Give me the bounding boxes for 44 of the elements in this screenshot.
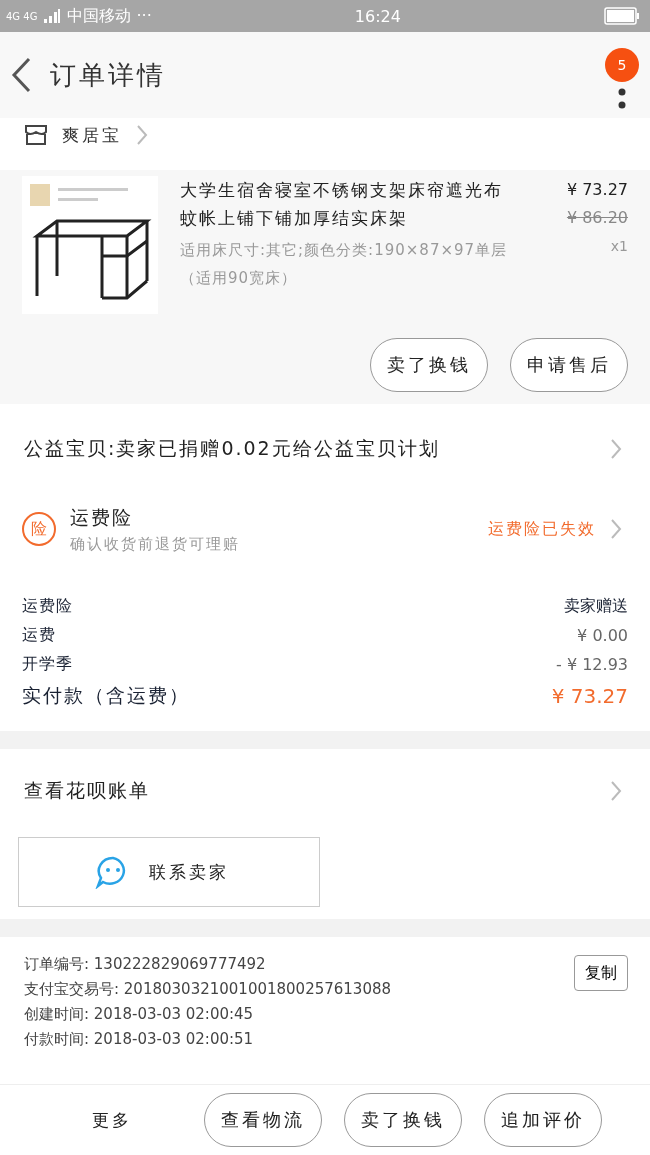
- insurance-title: 运费险: [70, 504, 134, 530]
- cost-label: 开学季: [22, 654, 73, 675]
- chevron-icon: [136, 124, 148, 146]
- cost-label: 运费: [22, 625, 56, 646]
- cost-value: 卖家赠送: [564, 596, 628, 617]
- order-info-line: 付款时间: 2018-03-03 02:00:51: [24, 1030, 255, 1049]
- product-spec: 适用床尺寸:其它;颜色分类:190×87×97单层（适用90宽床）: [180, 240, 509, 289]
- action-button[interactable]: 申请售后: [510, 338, 628, 392]
- more-link[interactable]: 更多: [92, 1108, 132, 1132]
- price: ¥ 73.27: [566, 179, 628, 201]
- network-indicator: 4G 4G: [6, 10, 38, 22]
- notification-badge: 5: [605, 48, 639, 82]
- chevron-icon: [610, 518, 622, 540]
- original-price: ¥ 86.20: [566, 207, 628, 229]
- clock: 16:24: [354, 6, 401, 26]
- cost-value: ¥ 73.27: [551, 684, 628, 708]
- cost-label: 实付款（含运费）: [22, 683, 190, 708]
- back-icon[interactable]: [10, 57, 32, 93]
- cost-label: 运费险: [22, 596, 73, 617]
- order-info-line: 订单编号: 130222829069777492: [24, 955, 267, 974]
- order-info-line: 支付宝交易号: 2018030321001001800257613088: [24, 980, 392, 999]
- carrier-name: 中国移动 ···: [67, 5, 152, 27]
- insurance-icon: 险: [22, 512, 56, 546]
- huabei-link[interactable]: 查看花呗账单: [24, 778, 150, 804]
- signal-icon: [43, 9, 62, 23]
- insurance-note: 确认收货前退货可理赔: [70, 534, 240, 554]
- copy-button[interactable]: 复制: [574, 955, 628, 991]
- charity-text[interactable]: 公益宝贝:卖家已捐赠0.02元给公益宝贝计划: [24, 436, 440, 462]
- action-button[interactable]: 追加评价: [484, 1093, 602, 1147]
- cost-value: - ¥ 12.93: [556, 655, 628, 674]
- contact-seller-button[interactable]: 联系卖家: [18, 837, 320, 907]
- order-info-line: 创建时间: 2018-03-03 02:00:45: [24, 1005, 255, 1024]
- action-button[interactable]: 卖了换钱: [344, 1093, 462, 1147]
- quantity: x1: [610, 237, 628, 256]
- store-icon: [24, 124, 48, 146]
- shop-name[interactable]: 爽居宝: [62, 123, 122, 147]
- page-title: 订单详情: [50, 58, 166, 92]
- battery-icon: [604, 7, 640, 25]
- product-title[interactable]: 大学生宿舍寝室不锈钢支架床帘遮光布蚊帐上铺下铺加厚结实床架: [180, 176, 520, 232]
- cost-value: ¥ 0.00: [577, 626, 628, 645]
- action-button[interactable]: 卖了换钱: [370, 338, 488, 392]
- action-button[interactable]: 查看物流: [204, 1093, 322, 1147]
- chevron-icon: [610, 780, 622, 802]
- chevron-icon: [610, 438, 622, 460]
